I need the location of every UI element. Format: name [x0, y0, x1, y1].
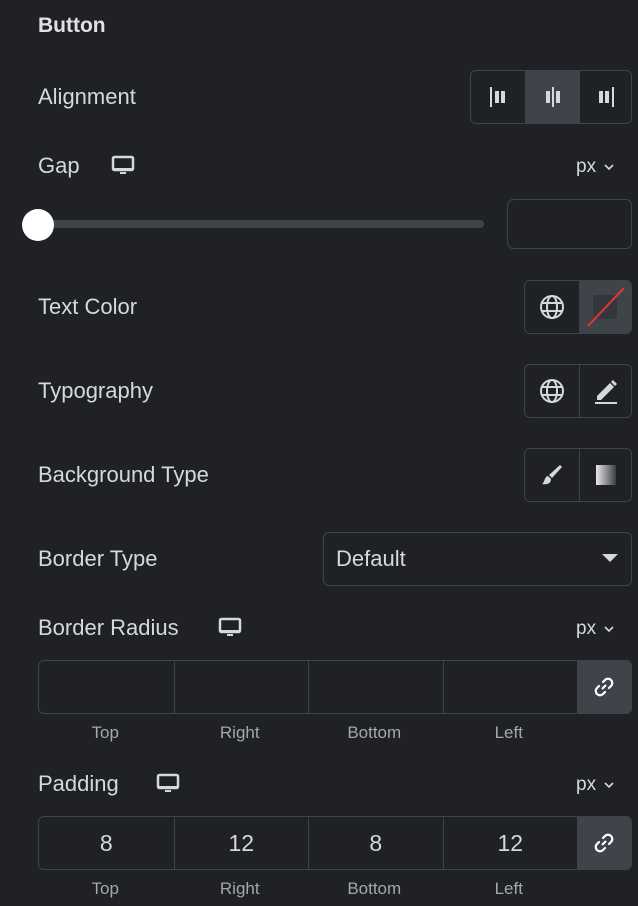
side-label-left: Left: [494, 879, 523, 898]
padding-unit-select[interactable]: px: [576, 774, 614, 796]
side-label-left: Left: [494, 723, 523, 742]
text-color-label: Text Color: [38, 294, 138, 319]
pencil-icon: [594, 380, 617, 404]
gap-slider-thumb[interactable]: [22, 209, 54, 241]
border-radius-unit-value: px: [576, 618, 597, 639]
padding-link-button[interactable]: [577, 817, 631, 869]
classic-brush-icon: [542, 465, 562, 485]
padding-device-button[interactable]: [156, 773, 180, 800]
align-center-button[interactable]: [525, 71, 579, 123]
alignment-label: Alignment: [38, 84, 136, 109]
chevron-down-icon: [604, 163, 614, 170]
border-radius-unit-select[interactable]: px: [576, 618, 614, 640]
side-label-top: Top: [91, 879, 119, 898]
border-type-selected: Default: [336, 546, 406, 571]
padding-top-input[interactable]: 8: [39, 817, 174, 869]
section-title: Button: [38, 14, 106, 37]
border-radius-top-input[interactable]: [39, 661, 174, 713]
typography-control: [524, 364, 632, 418]
align-start-icon: [490, 87, 505, 107]
padding-label: Padding: [38, 771, 119, 796]
gap-unit-select[interactable]: px: [576, 156, 614, 178]
link-icon: [594, 833, 614, 853]
border-type-label: Border Type: [38, 546, 158, 571]
padding-left-input[interactable]: 12: [442, 817, 578, 869]
text-color-global-button[interactable]: [525, 281, 579, 333]
desktop-icon: [218, 617, 242, 636]
background-type-control: [524, 448, 632, 502]
side-label-right: Right: [219, 723, 260, 742]
border-radius-bottom-input[interactable]: [308, 661, 443, 713]
border-type-select[interactable]: Default: [323, 532, 632, 586]
background-classic-button[interactable]: [525, 449, 579, 501]
caret-down-icon: [602, 554, 618, 562]
align-start-button[interactable]: [471, 71, 525, 123]
desktop-icon: [156, 773, 180, 792]
desktop-icon: [111, 155, 135, 174]
border-radius-right-input[interactable]: [173, 661, 309, 713]
side-label-bottom: Bottom: [347, 879, 402, 898]
border-radius-left-input[interactable]: [442, 661, 578, 713]
typography-edit-button[interactable]: [579, 365, 631, 417]
side-label-right: Right: [219, 879, 260, 898]
alignment-control: [470, 70, 632, 124]
padding-bottom-input[interactable]: 8: [308, 817, 443, 869]
gap-input[interactable]: [507, 199, 632, 249]
link-icon: [594, 677, 614, 697]
align-end-button[interactable]: [579, 71, 631, 123]
border-radius-label: Border Radius: [38, 615, 179, 640]
chevron-down-icon: [604, 625, 614, 632]
typography-global-button[interactable]: [525, 365, 579, 417]
border-radius-device-button[interactable]: [218, 617, 242, 644]
gap-device-button[interactable]: [111, 155, 135, 182]
border-radius-link-button[interactable]: [577, 661, 631, 713]
gap-slider-track[interactable]: [38, 220, 484, 228]
no-color-swatch-icon: [586, 287, 625, 327]
gap-label: Gap: [38, 153, 80, 178]
gradient-icon: [595, 465, 616, 485]
side-label-bottom: Bottom: [347, 723, 402, 742]
text-color-control: [524, 280, 632, 334]
padding-right-input[interactable]: 12: [173, 817, 309, 869]
typography-label: Typography: [38, 378, 153, 403]
padding-side-labels: Top Right Bottom Left: [38, 879, 576, 899]
side-label-top: Top: [91, 723, 119, 742]
border-radius-inputs: [38, 660, 632, 714]
globe-icon: [540, 295, 564, 319]
background-gradient-button[interactable]: [579, 449, 631, 501]
padding-unit-value: px: [576, 774, 597, 795]
align-end-icon: [598, 87, 614, 107]
gap-unit-value: px: [576, 156, 597, 177]
background-type-label: Background Type: [38, 462, 209, 487]
border-radius-side-labels: Top Right Bottom Left: [38, 723, 576, 743]
chevron-down-icon: [604, 781, 614, 788]
text-color-picker-button[interactable]: [579, 281, 631, 333]
globe-icon: [540, 379, 564, 403]
align-center-icon: [545, 87, 560, 107]
padding-inputs: 8 12 8 12: [38, 816, 632, 870]
